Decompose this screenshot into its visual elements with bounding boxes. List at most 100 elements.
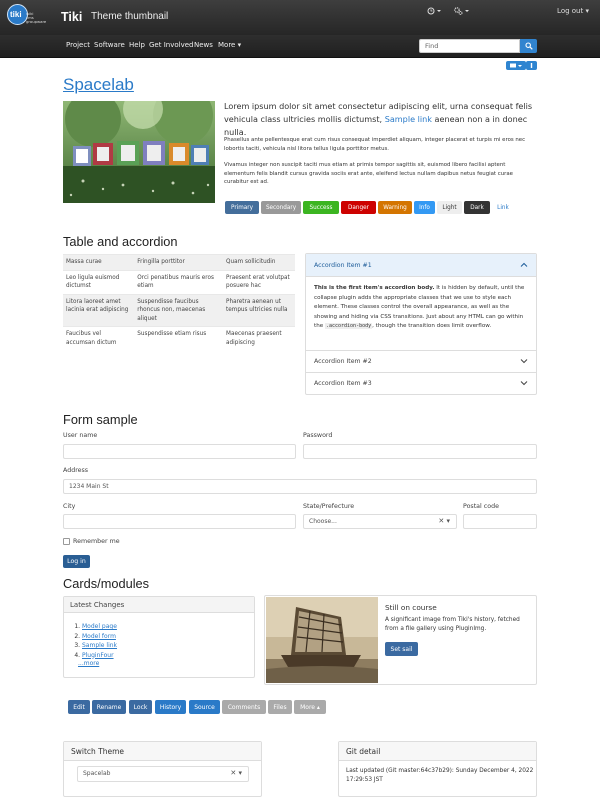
cards-section-heading: Cards/modules xyxy=(63,576,150,591)
letter-blocks-image xyxy=(63,101,215,203)
link-button[interactable]: Link xyxy=(493,201,513,214)
chevron-up-icon xyxy=(520,261,528,269)
more-link[interactable]: ...more xyxy=(78,660,99,667)
table-cell: Orci penatibus mauris eros etiam xyxy=(134,269,224,294)
remember-label: Remember me xyxy=(73,538,120,545)
source-button[interactable]: Source xyxy=(189,700,220,714)
nav-item-more[interactable]: More ▾ xyxy=(218,41,241,49)
paragraph-1: Phasellus ante pellentesque erat cum ris… xyxy=(224,137,526,152)
page-title[interactable]: Spacelab xyxy=(63,75,134,95)
nav-more-label: More xyxy=(218,41,236,49)
table-row: Leo ligula euismod dictumst Orci penatib… xyxy=(63,269,295,294)
card-text: A significant image from Tiki's history,… xyxy=(385,617,520,632)
address-input[interactable]: 1234 Main St xyxy=(63,479,537,494)
comments-button[interactable]: Comments xyxy=(222,700,266,714)
accordion-item-1-header[interactable]: Accordion Item #1 xyxy=(306,254,536,277)
table-cell: Pharetra aenean ut tempus ultricies null… xyxy=(223,293,295,327)
chevron-down-icon: ▾ xyxy=(237,41,242,49)
latest-change-link[interactable]: PluginFour xyxy=(82,652,114,659)
site-title: Theme thumbnail xyxy=(91,11,169,22)
logout-label: Log out xyxy=(557,7,584,15)
accordion-body-text-end: , though the transition does limit overf… xyxy=(372,323,492,329)
page-info-button[interactable] xyxy=(526,61,537,70)
dark-button[interactable]: Dark xyxy=(464,201,490,214)
primary-button[interactable]: Primary xyxy=(225,201,259,214)
table-cell: Faucibus vel accumsan dictum xyxy=(63,326,135,350)
state-label: State/Prefecture xyxy=(303,503,355,510)
form-section-heading: Form sample xyxy=(63,412,138,427)
nav-item-news[interactable]: News xyxy=(194,41,213,49)
history-button[interactable]: History xyxy=(155,700,186,714)
files-button[interactable]: Files xyxy=(268,700,292,714)
accordion-item-1-body: This is the first item's accordion body.… xyxy=(314,284,529,332)
list-item: PluginFour xyxy=(82,651,117,661)
state-select[interactable]: Choose... ✕ ▾ xyxy=(303,514,457,529)
logo-text: tiki xyxy=(10,10,22,19)
light-button[interactable]: Light xyxy=(437,201,462,214)
nav-item-get-involved[interactable]: Get Involved xyxy=(149,41,193,49)
set-sail-button[interactable]: Set sail xyxy=(385,642,418,656)
accordion: Accordion Item #1 This is the first item… xyxy=(305,253,537,395)
danger-button[interactable]: Danger xyxy=(341,201,376,214)
table-cell: Litora laoreet amet lacinia erat adipisc… xyxy=(63,293,135,327)
list-item: Model page xyxy=(82,622,117,632)
password-input[interactable] xyxy=(303,444,537,459)
rename-button[interactable]: Rename xyxy=(92,700,126,714)
table-cell: Quam sollicitudin xyxy=(223,254,295,270)
accordion-item-2-header[interactable]: Accordion Item #2 xyxy=(306,350,536,372)
address-label: Address xyxy=(63,467,89,474)
data-table: Massa curae Fringilla porttitor Quam sol… xyxy=(63,254,295,350)
secondary-button[interactable]: Secondary xyxy=(261,201,301,214)
city-label: City xyxy=(63,503,76,510)
more-actions-button[interactable]: More ▴ xyxy=(294,700,326,714)
latest-change-link[interactable]: Sample link xyxy=(82,642,117,649)
accordion-item-3-header[interactable]: Accordion Item #3 xyxy=(306,372,536,394)
accordion-body-strong: This is the first item's accordion body. xyxy=(314,285,435,291)
more-actions-label: More xyxy=(300,703,315,711)
logout-link[interactable]: Log out ▾ xyxy=(557,7,589,15)
tiki-logo[interactable]: tiki xyxy=(7,4,28,25)
page-tools-button[interactable] xyxy=(506,61,526,70)
theme-select-value: Spacelab xyxy=(83,770,111,777)
top-bar: tiki wiki cms groupware Tiki Theme thumb… xyxy=(0,0,600,35)
info-icon xyxy=(530,63,533,68)
latest-change-link[interactable]: Model page xyxy=(82,623,117,630)
logo-subtitle: wiki cms groupware xyxy=(26,11,47,25)
username-input[interactable] xyxy=(63,444,296,459)
theme-select[interactable]: Spacelab ✕ ▾ xyxy=(77,766,249,782)
latest-change-link[interactable]: Model form xyxy=(82,633,116,640)
city-input[interactable] xyxy=(63,514,296,529)
sample-link[interactable]: Sample link xyxy=(385,114,432,124)
postal-input[interactable] xyxy=(463,514,537,529)
edit-button[interactable]: Edit xyxy=(68,700,90,714)
nav-item-help[interactable]: Help xyxy=(129,41,145,49)
page-icon xyxy=(510,63,522,68)
search-button[interactable] xyxy=(520,39,537,53)
table-row: Massa curae Fringilla porttitor Quam sol… xyxy=(63,254,295,270)
table-row: Litora laoreet amet lacinia erat adipisc… xyxy=(63,293,295,327)
accordion-item-1-label: Accordion Item #1 xyxy=(314,262,372,269)
lock-button[interactable]: Lock xyxy=(129,700,152,714)
gear-icon[interactable] xyxy=(453,7,469,17)
git-detail-module: Git detail Last updated (Git master:64c3… xyxy=(338,741,537,797)
clock-icon[interactable] xyxy=(427,7,441,17)
table-section-heading: Table and accordion xyxy=(63,234,178,249)
search-input[interactable]: Find xyxy=(419,39,520,53)
brand-name[interactable]: Tiki xyxy=(61,10,82,24)
latest-changes-module: Latest Changes Model page Model form Sam… xyxy=(63,596,255,678)
nav-item-project[interactable]: Project xyxy=(66,41,90,49)
success-button[interactable]: Success xyxy=(303,201,339,214)
table-cell: Praesent erat volutpat posuere hac xyxy=(223,269,295,294)
warning-button[interactable]: Warning xyxy=(378,201,412,214)
login-button[interactable]: Log in xyxy=(63,555,90,568)
nav-item-software[interactable]: Software xyxy=(94,41,125,49)
list-item: Sample link xyxy=(82,641,117,651)
accordion-item-2-label: Accordion Item #2 xyxy=(314,358,372,365)
table-cell: Suspendisse etiam risus xyxy=(134,326,224,350)
remember-checkbox[interactable] xyxy=(63,538,70,545)
switch-theme-module: Switch Theme Spacelab ✕ ▾ xyxy=(63,741,262,797)
info-button[interactable]: Info xyxy=(414,201,435,214)
main-navbar: Project Software Help Get Involved News … xyxy=(0,35,600,58)
git-detail-text: Last updated (Git master:64c37b29): Sund… xyxy=(346,768,534,783)
git-detail-title: Git detail xyxy=(339,742,536,761)
